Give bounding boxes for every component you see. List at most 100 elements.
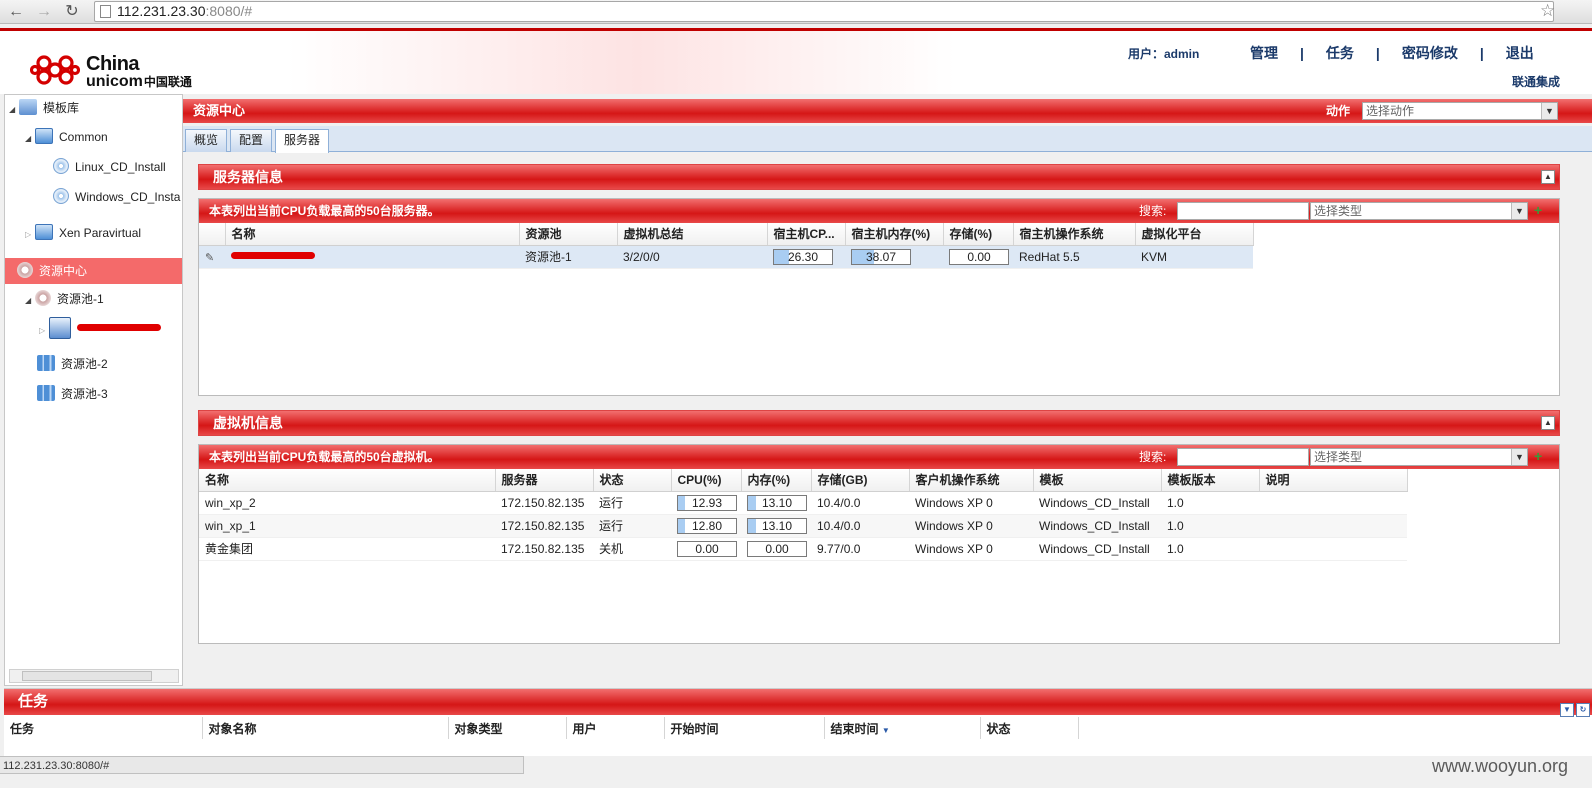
column-header-task[interactable]: 任务 <box>4 717 203 739</box>
chevron-down-icon[interactable]: ▼ <box>1511 203 1527 219</box>
resource-center-panel: 资源中心 动作 选择动作 ▼ 概览 配置 服务器 服务器信息 ▲ 本表列出当前C… <box>183 94 1592 686</box>
tree-horizontal-scrollbar[interactable] <box>9 669 179 683</box>
server-type-select[interactable]: 选择类型 ▼ <box>1310 202 1528 220</box>
folder-icon <box>35 128 53 144</box>
url-host: 112.231.23.30 <box>117 3 206 19</box>
column-header-host-cpu[interactable]: 宿主机CP... <box>767 223 846 246</box>
column-header-end-time[interactable]: 结束时间 ▼ <box>824 717 981 739</box>
column-header-mem[interactable]: 内存(%) <box>741 469 812 492</box>
column-header-vm-summary[interactable]: 虚拟机总结 <box>617 223 768 246</box>
column-header-template[interactable]: 模板 <box>1033 469 1162 492</box>
expanded-arrow-icon[interactable]: ◢ <box>25 288 35 314</box>
table-row[interactable]: win_xp_2 172.150.82.135 运行 12.93 13.10 10.4/0… <box>199 491 1407 515</box>
tree-item-common[interactable]: ◢ Common <box>25 124 108 150</box>
bookmark-star-icon[interactable]: ☆ <box>1540 1 1555 21</box>
address-bar[interactable]: 112.231.23.30:8080/# <box>94 1 1554 22</box>
column-header-user[interactable]: 用户 <box>566 717 665 739</box>
collapse-up-icon[interactable]: ▲ <box>1541 416 1555 430</box>
vm-info-title: 虚拟机信息 ▲ <box>198 410 1560 436</box>
action-select[interactable]: 选择动作 ▼ <box>1362 102 1558 120</box>
tasks-buttons: ▼ ↻ <box>1558 695 1590 721</box>
add-icon[interactable]: + <box>1534 449 1548 464</box>
expanded-arrow-icon[interactable]: ◢ <box>25 126 35 152</box>
menu-change-password[interactable]: 密码修改 <box>1402 43 1458 63</box>
menu-separator: | <box>1300 45 1304 61</box>
tree-item-label: 资源中心 <box>39 264 88 278</box>
column-header-status[interactable]: 状态 <box>980 717 1079 739</box>
column-header-object-type[interactable]: 对象类型 <box>448 717 567 739</box>
vm-grid-caption: 本表列出当前CPU负载最高的50台虚拟机。 搜索: 选择类型 ▼ + <box>199 445 1559 469</box>
column-header-state[interactable]: 状态 <box>593 469 672 492</box>
row-cell: 3/2/0/0 <box>617 245 767 269</box>
menu-manage[interactable]: 管理 <box>1250 43 1278 63</box>
tree-item-resource-pool-3[interactable]: 资源池-3 <box>37 381 108 407</box>
row-cell: 13.10 <box>741 491 811 515</box>
column-header-host-mem[interactable]: 宿主机内存(%) <box>845 223 944 246</box>
table-header-row: 名称 服务器 状态 CPU(%) 内存(%) 存储(GB) 客户机操作系统 模板… <box>199 469 1408 492</box>
tab-overview[interactable]: 概览 <box>185 129 228 152</box>
row-cell: 0.00 <box>671 537 741 561</box>
menu-logout[interactable]: 退出 <box>1506 43 1534 63</box>
column-header-start-time[interactable]: 开始时间 <box>664 717 825 739</box>
tab-servers[interactable]: 服务器 <box>275 129 330 153</box>
column-header-cpu[interactable]: CPU(%) <box>671 469 742 492</box>
row-cell: 172.150.82.135 <box>495 537 593 561</box>
resource-center-icon <box>17 262 33 278</box>
row-cell: 1.0 <box>1161 537 1259 561</box>
tree-item-linux-cd-install[interactable]: Linux_CD_Install <box>53 154 166 180</box>
table-header-row: 任务 对象名称 对象类型 用户 开始时间 结束时间 ▼ 状态 <box>4 717 1079 739</box>
tree-item-resource-pool-1[interactable]: ◢ 资源池-1 <box>25 286 104 312</box>
tree-item-label: Linux_CD_Install <box>75 160 166 174</box>
tasks-title: 任务 ▼ ↻ <box>4 689 1592 717</box>
column-header-storage[interactable]: 存储(GB) <box>811 469 910 492</box>
collapse-up-icon[interactable]: ▲ <box>1541 170 1555 184</box>
table-row[interactable]: win_xp_1 172.150.82.135 运行 12.80 13.10 10.4/0… <box>199 514 1407 538</box>
vm-type-select[interactable]: 选择类型 ▼ <box>1310 448 1528 466</box>
cpu-bar: 12.93 <box>677 494 737 511</box>
tree-item-template-library[interactable]: ◢ 模板库 <box>9 95 79 121</box>
vm-search-input[interactable] <box>1177 448 1309 466</box>
collapsed-arrow-icon[interactable]: ▷ <box>39 318 49 344</box>
tree-item-server-host[interactable]: ▷ <box>39 316 161 342</box>
column-header-guest-os[interactable]: 客户机操作系统 <box>909 469 1034 492</box>
column-header-name[interactable]: 名称 <box>225 223 520 246</box>
column-header-platform[interactable]: 虚拟化平台 <box>1135 223 1254 246</box>
chevron-down-icon[interactable]: ▼ <box>1511 449 1527 465</box>
column-header-name[interactable]: 名称 <box>199 469 496 492</box>
folder-icon <box>35 224 53 240</box>
menu-tasks[interactable]: 任务 <box>1326 43 1354 63</box>
forward-arrow-icon[interactable]: → <box>34 2 54 22</box>
column-header-description[interactable]: 说明 <box>1259 469 1408 492</box>
tab-config[interactable]: 配置 <box>230 129 273 152</box>
row-cell: 13.10 <box>741 514 811 538</box>
tree-item-resource-pool-2[interactable]: 资源池-2 <box>37 351 108 377</box>
row-cell: Windows XP 0 <box>909 537 1033 561</box>
collapse-down-icon[interactable]: ▼ <box>1560 703 1574 717</box>
refresh-icon[interactable]: ↻ <box>1576 703 1590 717</box>
url-port: :8080/# <box>205 3 253 19</box>
table-row[interactable]: ✎ 资源池-1 3/2/0/0 26.30 38.07 0.00 RedHat … <box>199 245 1253 269</box>
back-arrow-icon[interactable]: ← <box>6 2 26 22</box>
column-header-object-name[interactable]: 对象名称 <box>202 717 449 739</box>
table-row[interactable]: 黄金集团 172.150.82.135 关机 0.00 0.00 9.77/0.0 Wind… <box>199 537 1407 561</box>
expanded-arrow-icon[interactable]: ◢ <box>9 97 19 123</box>
server-search-input[interactable] <box>1177 202 1309 220</box>
tree-item-resource-center[interactable]: 资源中心 <box>5 258 182 284</box>
column-header-template-version[interactable]: 模板版本 <box>1161 469 1260 492</box>
tree-item-label: Windows_CD_Install <box>75 190 181 204</box>
row-cell <box>1259 491 1407 515</box>
collapsed-arrow-icon[interactable]: ▷ <box>25 222 35 248</box>
column-header-end-time-label: 结束时间 <box>830 721 879 736</box>
sort-desc-icon: ▼ <box>881 725 890 735</box>
column-header-host-os[interactable]: 宿主机操作系统 <box>1013 223 1136 246</box>
tree-item-windows-cd-install[interactable]: Windows_CD_Install <box>53 184 181 210</box>
tree-item-xen-paravirtual[interactable]: ▷ Xen Paravirtual <box>25 220 141 246</box>
column-header-server[interactable]: 服务器 <box>495 469 594 492</box>
reload-icon[interactable]: ↻ <box>62 2 82 22</box>
chevron-down-icon[interactable]: ▼ <box>1541 103 1557 119</box>
column-header-pool[interactable]: 资源池 <box>519 223 618 246</box>
column-header-storage[interactable]: 存储(%) <box>943 223 1014 246</box>
scrollbar-thumb[interactable] <box>22 671 152 681</box>
add-icon[interactable]: + <box>1534 203 1548 218</box>
row-cell: 9.77/0.0 <box>811 537 909 561</box>
